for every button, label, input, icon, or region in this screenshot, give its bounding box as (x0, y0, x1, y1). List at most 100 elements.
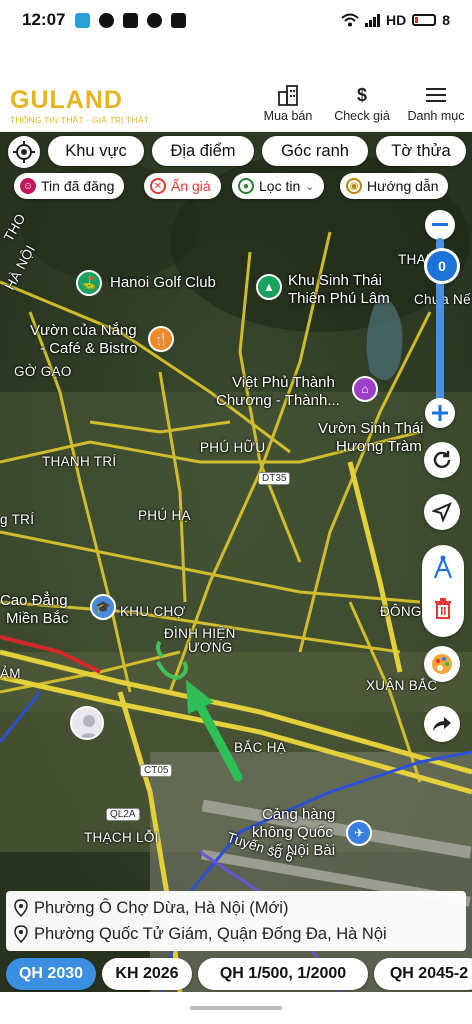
home-indicator[interactable] (190, 1006, 282, 1010)
status-bar: 12:07 HD 8 (0, 0, 472, 40)
chip-khu-vuc[interactable]: Khu vực (48, 136, 144, 166)
area-label: KHU CHỢ (120, 604, 186, 619)
selected-address-box[interactable]: Phường Ô Chợ Dừa, Hà Nội (Mới) Phường Qu… (6, 891, 466, 951)
address-line-old: Phường Quốc Tử Giám, Quận Đống Đa, Hà Nộ… (14, 921, 458, 947)
poi-cang-hang[interactable]: Cảng hàng (262, 806, 335, 824)
area-label: PHÚ HẠ (138, 508, 191, 523)
chip-loc-tin[interactable]: ● Lọc tin ⌄ (232, 173, 325, 199)
trash-icon (435, 598, 451, 619)
user-avatar-marker[interactable] (70, 706, 104, 740)
nav-danh-muc[interactable]: Danh mục (406, 84, 466, 123)
poi-viet-phu-thanh[interactable]: Việt Phủ Thành (232, 374, 335, 392)
navigate-button[interactable] (424, 494, 460, 530)
facebook-icon (123, 12, 139, 28)
status-time: 12:07 (22, 10, 66, 29)
my-location-button[interactable] (8, 136, 40, 168)
poi-huong-tram[interactable]: Hương Tràm (336, 438, 422, 456)
poi-thien-phu-lam[interactable]: Thiên Phú Lâm (288, 290, 390, 308)
delete-drawing-button[interactable] (433, 597, 453, 624)
poi-vuon-sinh-thai[interactable]: Vườn Sinh Thái (318, 420, 424, 438)
draw-tools-panel (422, 545, 464, 637)
minus-icon (432, 223, 448, 226)
system-status: HD 8 (341, 12, 450, 28)
measure-tool-button[interactable] (431, 555, 455, 586)
chip-label: Tin đã đăng (41, 178, 115, 194)
park-pin-icon[interactable]: ▲ (256, 274, 282, 300)
compass-tool-icon (433, 555, 453, 579)
area-label: PHÚ HỮU (200, 440, 266, 455)
zoom-in-button[interactable] (425, 398, 455, 428)
nav-label: Mua bán (263, 109, 313, 123)
restaurant-pin-icon[interactable]: 🍴 (148, 326, 174, 352)
tab-qh-2030[interactable]: QH 2030 (6, 958, 96, 990)
area-label: THẠCH LỖI (84, 830, 159, 845)
poi-khu-sinh-thai[interactable]: Khu Sinh Thái (288, 272, 382, 290)
share-button[interactable] (424, 706, 460, 742)
chip-label: Ẩn giá (171, 178, 211, 194)
tab-qh-1-500[interactable]: QH 1/500, 1/2000 (198, 958, 368, 990)
guland-logo[interactable]: GULAND THÔNG TIN THẬT · GIÁ TRỊ THẬT (10, 86, 149, 125)
nav-mua-ban[interactable]: Mua bán (258, 84, 318, 123)
nav-label: Danh mục (407, 109, 465, 123)
location-icon: ● (238, 178, 254, 194)
messenger-icon (147, 12, 163, 28)
telegram-icon (75, 12, 91, 28)
header-nav: Mua bán $ Check giá Danh mục (258, 84, 466, 124)
chip-label: Lọc tin (259, 178, 301, 194)
address-line-new: Phường Ô Chợ Dừa, Hà Nội (Mới) (14, 895, 458, 921)
notification-icons (75, 12, 187, 28)
refresh-button[interactable] (424, 442, 460, 478)
share-arrow-icon (433, 717, 451, 731)
chip-to-thua[interactable]: Tờ thửa (376, 136, 466, 166)
chip-huong-dan[interactable]: ◉ Hướng dẫn (340, 173, 449, 199)
mail-icon (171, 12, 187, 28)
navigation-arrow-icon (432, 502, 452, 522)
zoom-level-knob[interactable]: 0 (424, 248, 460, 284)
nav-label: Check giá (334, 109, 390, 123)
tab-qh-2045[interactable]: QH 2045-2 (374, 958, 472, 990)
area-label: ƯƠNG (188, 640, 233, 655)
poi-hanoi-golf-club[interactable]: Hanoi Golf Club (110, 274, 216, 292)
network-type: HD (385, 12, 407, 28)
poi-mien-bac[interactable]: Miền Bắc (6, 610, 69, 628)
plus-icon (432, 405, 448, 421)
poi-cao-dang[interactable]: Cao Đẳng (0, 592, 68, 610)
battery-icon (412, 14, 437, 26)
poi-vuon-cua-nang[interactable]: Vườn của Nắng (30, 322, 137, 340)
chip-goc-ranh[interactable]: Góc ranh (262, 136, 368, 166)
poi-cafe-bistro[interactable]: - Café & Bistro (40, 340, 138, 358)
chip-tin-da-dang[interactable]: ☺ Tin đã đăng (14, 173, 125, 199)
chip-label: Hướng dẫn (367, 178, 439, 194)
area-label: ẢM (0, 666, 21, 681)
chip-an-gia[interactable]: ✕ Ẩn giá (144, 173, 221, 199)
palette-icon (432, 654, 452, 674)
logo-text: GULAND (10, 86, 123, 114)
area-label: BẮC HẠ (234, 740, 287, 755)
satellite-map[interactable]: ⛳ Hanoi Golf Club ▲ Khu Sinh Thái Thiên … (0, 132, 472, 992)
area-label: ĐÔNG (380, 604, 422, 619)
zoom-out-button[interactable] (425, 210, 455, 240)
battery-level: 8 (442, 12, 450, 28)
app-icon (99, 12, 115, 28)
road-badge-dt35: DT35 (258, 472, 291, 485)
nav-check-gia[interactable]: $ Check giá (332, 84, 392, 124)
app-header: GULAND THÔNG TIN THẬT · GIÁ TRỊ THẬT Mua… (0, 78, 472, 132)
school-pin-icon[interactable]: 🎓 (90, 594, 116, 620)
guide-icon: ◉ (346, 178, 362, 194)
tab-kh-2026[interactable]: KH 2026 (102, 958, 192, 990)
airport-pin-icon[interactable]: ✈ (346, 820, 372, 846)
wifi-icon (341, 13, 359, 27)
address-text: Phường Ô Chợ Dừa, Hà Nội (Mới) (34, 898, 289, 917)
road-badge-ql2a: QL2A (106, 808, 140, 821)
poi-chuong-thanh[interactable]: Chương - Thành... (216, 392, 340, 410)
landmark-pin-icon[interactable]: ⌂ (352, 376, 378, 402)
address-text: Phường Quốc Tử Giám, Quận Đống Đa, Hà Nộ… (34, 924, 387, 943)
layer-style-button[interactable] (424, 646, 460, 682)
road-badge-ct05: CT05 (140, 764, 173, 777)
golf-pin-icon[interactable]: ⛳ (76, 270, 102, 296)
location-pin-icon (14, 899, 28, 917)
area-label: THANH TRÍ (42, 454, 117, 469)
chip-dia-diem[interactable]: Địa điểm (152, 136, 254, 166)
dollar-icon: $ (356, 84, 367, 105)
close-circle-icon: ✕ (150, 178, 166, 194)
